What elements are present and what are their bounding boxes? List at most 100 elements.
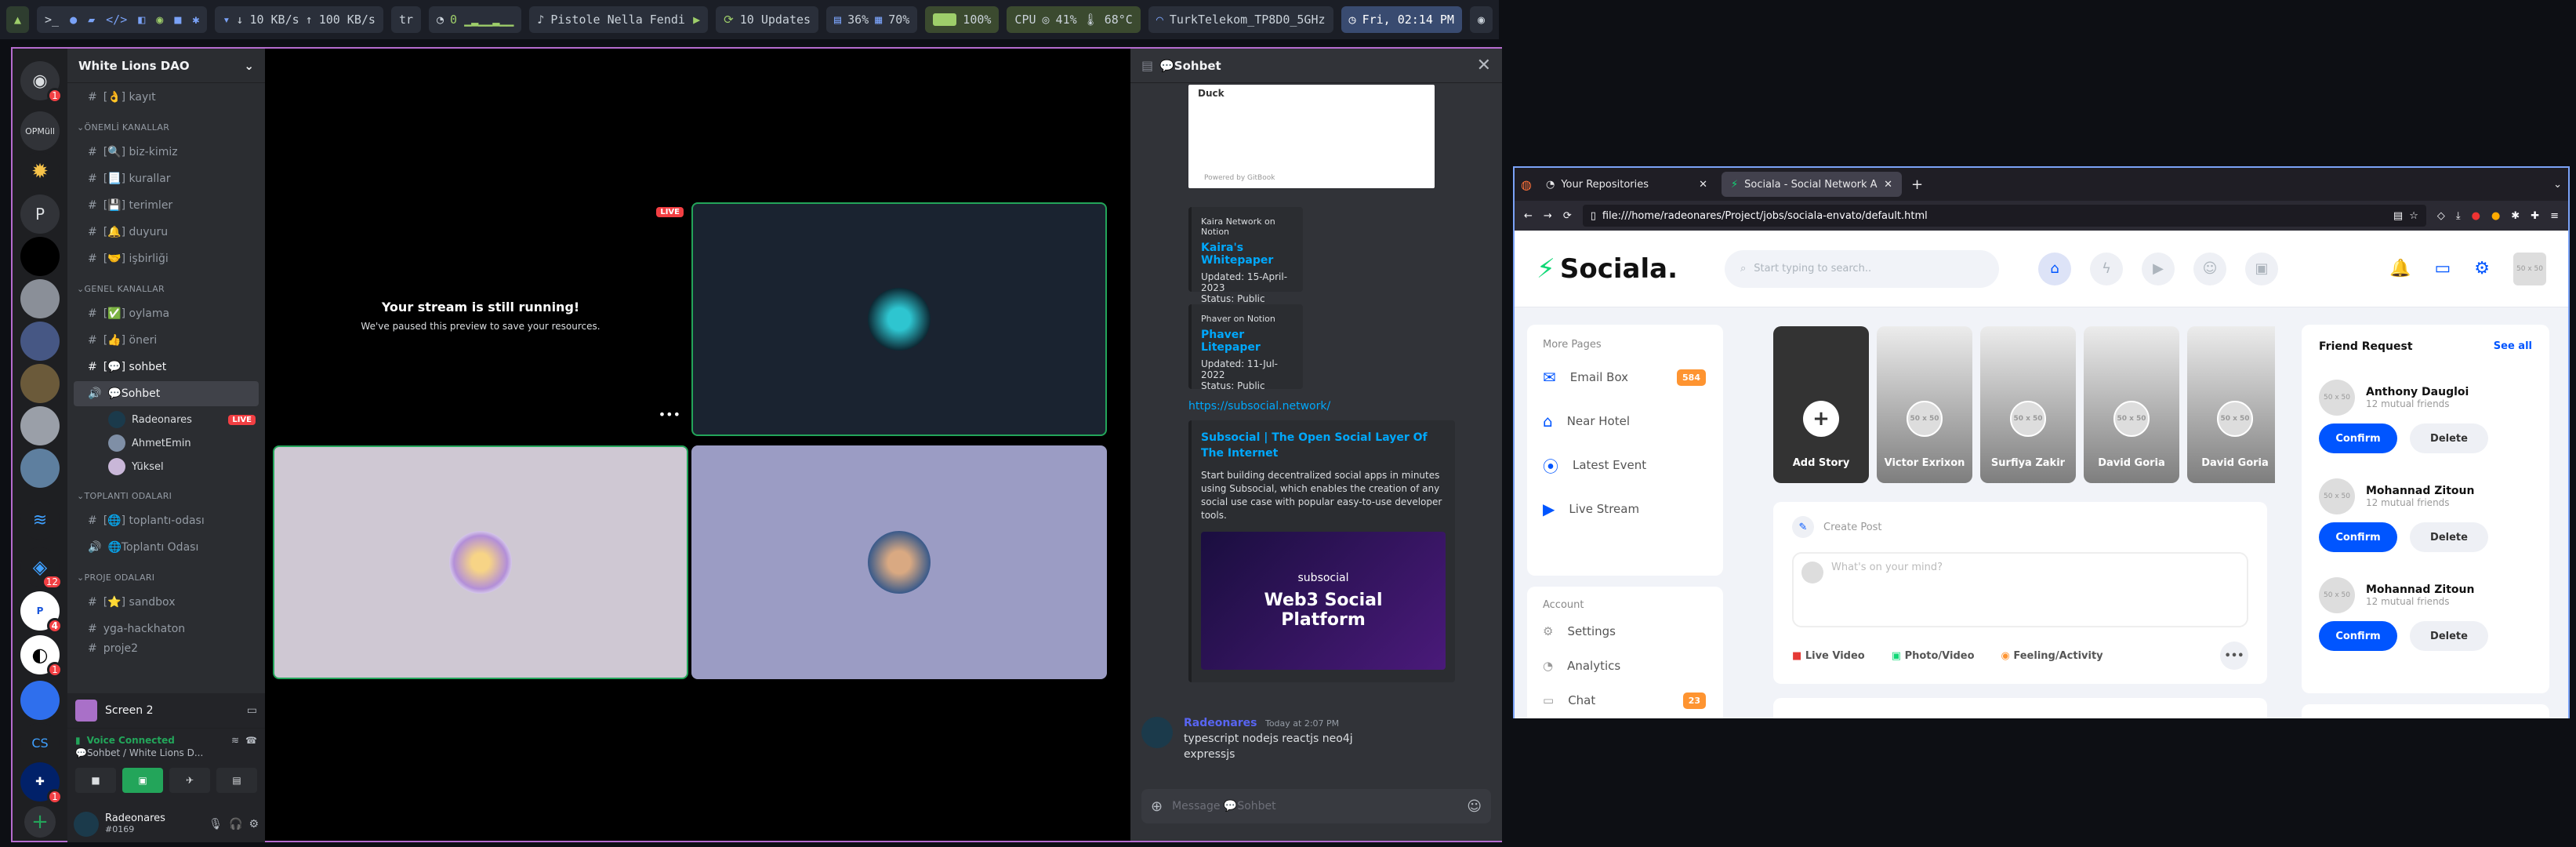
server-icon[interactable] [20, 322, 60, 361]
firefox-icon[interactable]: ◍ [1521, 177, 1532, 192]
microphone-icon[interactable]: 🎙 [209, 818, 223, 831]
pocket-icon[interactable]: ◇ [2437, 210, 2445, 222]
bell-icon[interactable]: 🔔 [2389, 259, 2411, 278]
channel-item[interactable]: # [🔔] duyuru [74, 220, 259, 245]
bolt-icon[interactable]: ϟ [2090, 252, 2123, 285]
back-icon[interactable]: ← [1524, 210, 1533, 222]
server-icon[interactable] [20, 406, 60, 445]
url-bar[interactable]: ▯ file:///home/radeonares/Project/jobs/s… [1582, 205, 2426, 227]
channel-item[interactable]: # [👍] öneri [74, 328, 259, 353]
embed-gitbook[interactable]: Duck Powered by GitBook [1188, 85, 1435, 188]
participant-tile[interactable] [691, 445, 1107, 679]
noise-suppression-icon[interactable]: ≋ [231, 735, 239, 746]
browser-icon[interactable]: ● [70, 13, 77, 27]
menu-settings[interactable]: ⚙ Settings [1527, 614, 1723, 649]
confirm-button[interactable]: Confirm [2319, 522, 2397, 552]
video-icon[interactable]: ■ [174, 13, 181, 27]
updates-indicator[interactable]: ⟳ 10 Updates [716, 6, 819, 33]
screen-share-button[interactable]: ▣ [122, 768, 163, 793]
new-tab-icon[interactable]: + [1911, 176, 1923, 193]
download-icon[interactable]: ⤓ [2456, 210, 2461, 222]
feeling-button[interactable]: ◉ Feeling/Activity [2001, 650, 2103, 662]
discord-icon[interactable]: ◉ [156, 13, 163, 27]
stream-tile-paused[interactable]: LIVE Your stream is still running! We've… [273, 202, 688, 428]
headphones-icon[interactable]: 🎧 [229, 818, 242, 831]
gear-icon[interactable]: ⚙ [249, 818, 259, 831]
channel-item[interactable]: # yga-hackhaton [74, 616, 259, 642]
voice-user[interactable]: Radeonares LIVE [67, 408, 265, 431]
channel-item[interactable]: # [✅] oylama [74, 301, 259, 326]
menu-latest-event[interactable]: ⦿ Latest Event [1527, 443, 1723, 487]
menu-near-hotel[interactable]: ⌂ Near Hotel [1527, 399, 1723, 443]
voice-channel-item[interactable]: 🔊 💬Sohbet [74, 381, 259, 406]
confirm-button[interactable]: Confirm [2319, 621, 2397, 651]
message-input[interactable]: ⊕ Message 💬Sohbet ☺ [1141, 789, 1491, 823]
embed-card[interactable]: Subsocial | The Open Social Layer Of The… [1188, 420, 1455, 682]
voice-user[interactable]: AhmetEmin [67, 431, 265, 455]
channel-item[interactable]: # [🤝] işbirliği [74, 246, 259, 271]
workspace-icons[interactable]: >_ ● ▰ </> ◧ ◉ ■ ✱ [37, 6, 208, 33]
keyboard-layout[interactable]: tr [390, 6, 421, 33]
forward-icon[interactable]: → [1544, 210, 1552, 222]
story-card[interactable]: 50 x 50 David Goria [2084, 326, 2179, 483]
user-icon[interactable]: ☺ [2193, 252, 2226, 285]
chevron-down-icon[interactable]: ⌄ [244, 59, 254, 73]
channel-item[interactable]: # [📃] kurallar [74, 166, 259, 191]
add-server-button[interactable]: + [24, 806, 56, 838]
extension-icon[interactable]: ✱ [2511, 210, 2520, 222]
menu-live-stream[interactable]: ▶ Live Stream [1527, 487, 1723, 531]
direct-messages-button[interactable]: ◉ 1 [20, 61, 63, 104]
chat-icon[interactable]: ◧ [138, 13, 145, 27]
plus-icon[interactable]: ⊕ [1151, 798, 1163, 815]
camera-button[interactable]: ■ [75, 768, 116, 793]
tab-repositories[interactable]: ◔ Your Repositories ✕ [1537, 172, 1717, 197]
server-icon[interactable]: ◈ 12 [20, 547, 63, 590]
embed-image[interactable]: subsocial Web3 Social Platform [1201, 532, 1446, 670]
menu-email-box[interactable]: ✉ Email Box 584 [1527, 355, 1723, 399]
participant-tile[interactable] [273, 445, 688, 679]
story-card[interactable]: 50 x 50 Victor Exrixon [1877, 326, 1972, 483]
server-icon[interactable] [20, 237, 60, 276]
channel-item[interactable]: # [💾] terimler [74, 193, 259, 218]
embed-link[interactable]: Phaver Litepaper [1201, 329, 1293, 354]
settings-icon[interactable]: ✱ [192, 13, 199, 27]
server-icon[interactable]: ◐ 1 [20, 635, 63, 678]
bookmark-star-icon[interactable]: ☆ [2409, 210, 2418, 222]
more-options-icon[interactable]: ••• [2220, 642, 2248, 670]
code-icon[interactable]: </> [106, 13, 127, 27]
channel-item[interactable]: # [💬] sohbet [74, 354, 259, 380]
clock[interactable]: ◷ Fri, 02:14 PM [1341, 6, 1462, 33]
server-icon[interactable]: OPMüll [20, 111, 60, 151]
disconnect-icon[interactable]: ☎ [245, 735, 257, 746]
more-options-icon[interactable]: ••• [659, 407, 680, 422]
site-logo[interactable]: ⚡ Sociala. [1537, 253, 1678, 285]
terminal-icon[interactable]: >_ [45, 13, 59, 27]
close-tab-icon[interactable]: ✕ [1699, 179, 1707, 191]
channel-item[interactable]: # proje2 [74, 643, 259, 654]
message-link[interactable]: https://subsocial.network/ [1188, 400, 1330, 413]
arch-logo-icon[interactable]: ▲ [6, 6, 30, 33]
server-icon[interactable]: ✹ [20, 152, 60, 191]
post-textarea[interactable]: What's on your mind? [1792, 552, 2248, 627]
server-icon[interactable]: P 4 [20, 591, 63, 634]
avatar[interactable] [1141, 717, 1173, 748]
category-header[interactable]: ⌄ GENEL KANALLAR [67, 278, 265, 300]
participant-tile[interactable] [691, 202, 1107, 436]
media-player[interactable]: ♪ Pistole Nella Fendi ▶ [529, 6, 709, 33]
extension-icon[interactable]: ● [2491, 210, 2500, 222]
delete-button[interactable]: Delete [2410, 621, 2488, 651]
server-icon[interactable] [20, 681, 60, 720]
server-icon[interactable] [20, 449, 60, 488]
category-header[interactable]: ⌄ PROJE ODALARI [67, 566, 265, 588]
tab-list-icon[interactable]: ⌄ [2553, 179, 2562, 191]
tab-sociala[interactable]: ⚡ Sociala - Social Network App ✕ [1721, 172, 1902, 197]
embed-link[interactable]: Kaira's Whitepaper [1201, 242, 1293, 267]
avatar[interactable] [74, 812, 99, 837]
activity-button[interactable]: ✈ [169, 768, 210, 793]
server-header[interactable]: White Lions DAO ⌄ [67, 49, 265, 83]
confirm-button[interactable]: Confirm [2319, 424, 2397, 453]
server-icon[interactable] [20, 279, 60, 318]
soundboard-button[interactable]: ▤ [216, 768, 257, 793]
photo-video-button[interactable]: ▣ Photo/Video [1892, 650, 1975, 662]
embed-card[interactable]: Phaver on Notion Phaver Litepaper Update… [1188, 304, 1303, 391]
